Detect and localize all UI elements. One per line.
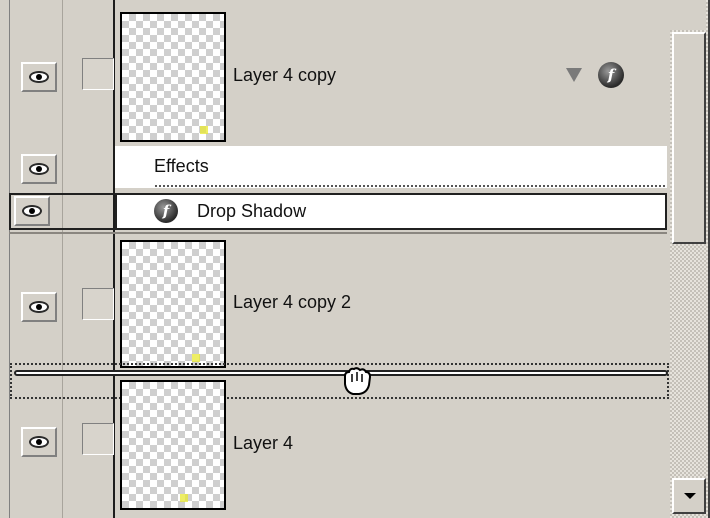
effects-header-row[interactable]: Effects: [115, 146, 667, 188]
effect-label: Drop Shadow: [197, 201, 307, 221]
fx-icon: f: [154, 199, 178, 223]
thumbnail-content-dot: [200, 126, 208, 134]
eye-icon[interactable]: [21, 154, 57, 184]
layer-name[interactable]: Layer 4 copy 2: [233, 292, 351, 313]
thumbnail-content-dot: [180, 494, 188, 502]
grab-hand-icon: [344, 367, 372, 395]
link-slot[interactable]: [82, 288, 114, 320]
layer-name[interactable]: Layer 4 copy: [233, 65, 336, 86]
separator: [155, 185, 665, 187]
arrow-down-icon: [684, 493, 696, 499]
layers-panel: Layer 4 copy f Effects f Drop Shadow Lay…: [0, 0, 710, 518]
effects-label: Effects: [154, 156, 209, 176]
layer-name[interactable]: Layer 4: [233, 433, 293, 454]
layer-thumbnail: [120, 240, 226, 368]
link-slot[interactable]: [82, 58, 114, 90]
layer-thumbnail: [120, 380, 226, 510]
layer-thumbnail: [120, 12, 226, 142]
thumbnail-content-dot: [192, 354, 200, 362]
fx-icon[interactable]: f: [598, 62, 624, 88]
layer-row-layer-4[interactable]: [9, 399, 667, 518]
eye-icon[interactable]: [21, 292, 57, 322]
eye-icon[interactable]: [21, 427, 57, 457]
scroll-down-button[interactable]: [672, 478, 706, 514]
drop-shadow-left-cell: [9, 193, 115, 230]
drop-shadow-row[interactable]: f Drop Shadow: [115, 193, 667, 230]
triangle-down-icon[interactable]: [566, 68, 582, 82]
eye-icon[interactable]: [21, 62, 57, 92]
scroll-thumb[interactable]: [672, 32, 706, 244]
vertical-scrollbar[interactable]: [670, 0, 708, 518]
link-slot[interactable]: [82, 423, 114, 455]
scroll-top-area[interactable]: [670, 0, 706, 30]
eye-icon[interactable]: [14, 196, 50, 226]
